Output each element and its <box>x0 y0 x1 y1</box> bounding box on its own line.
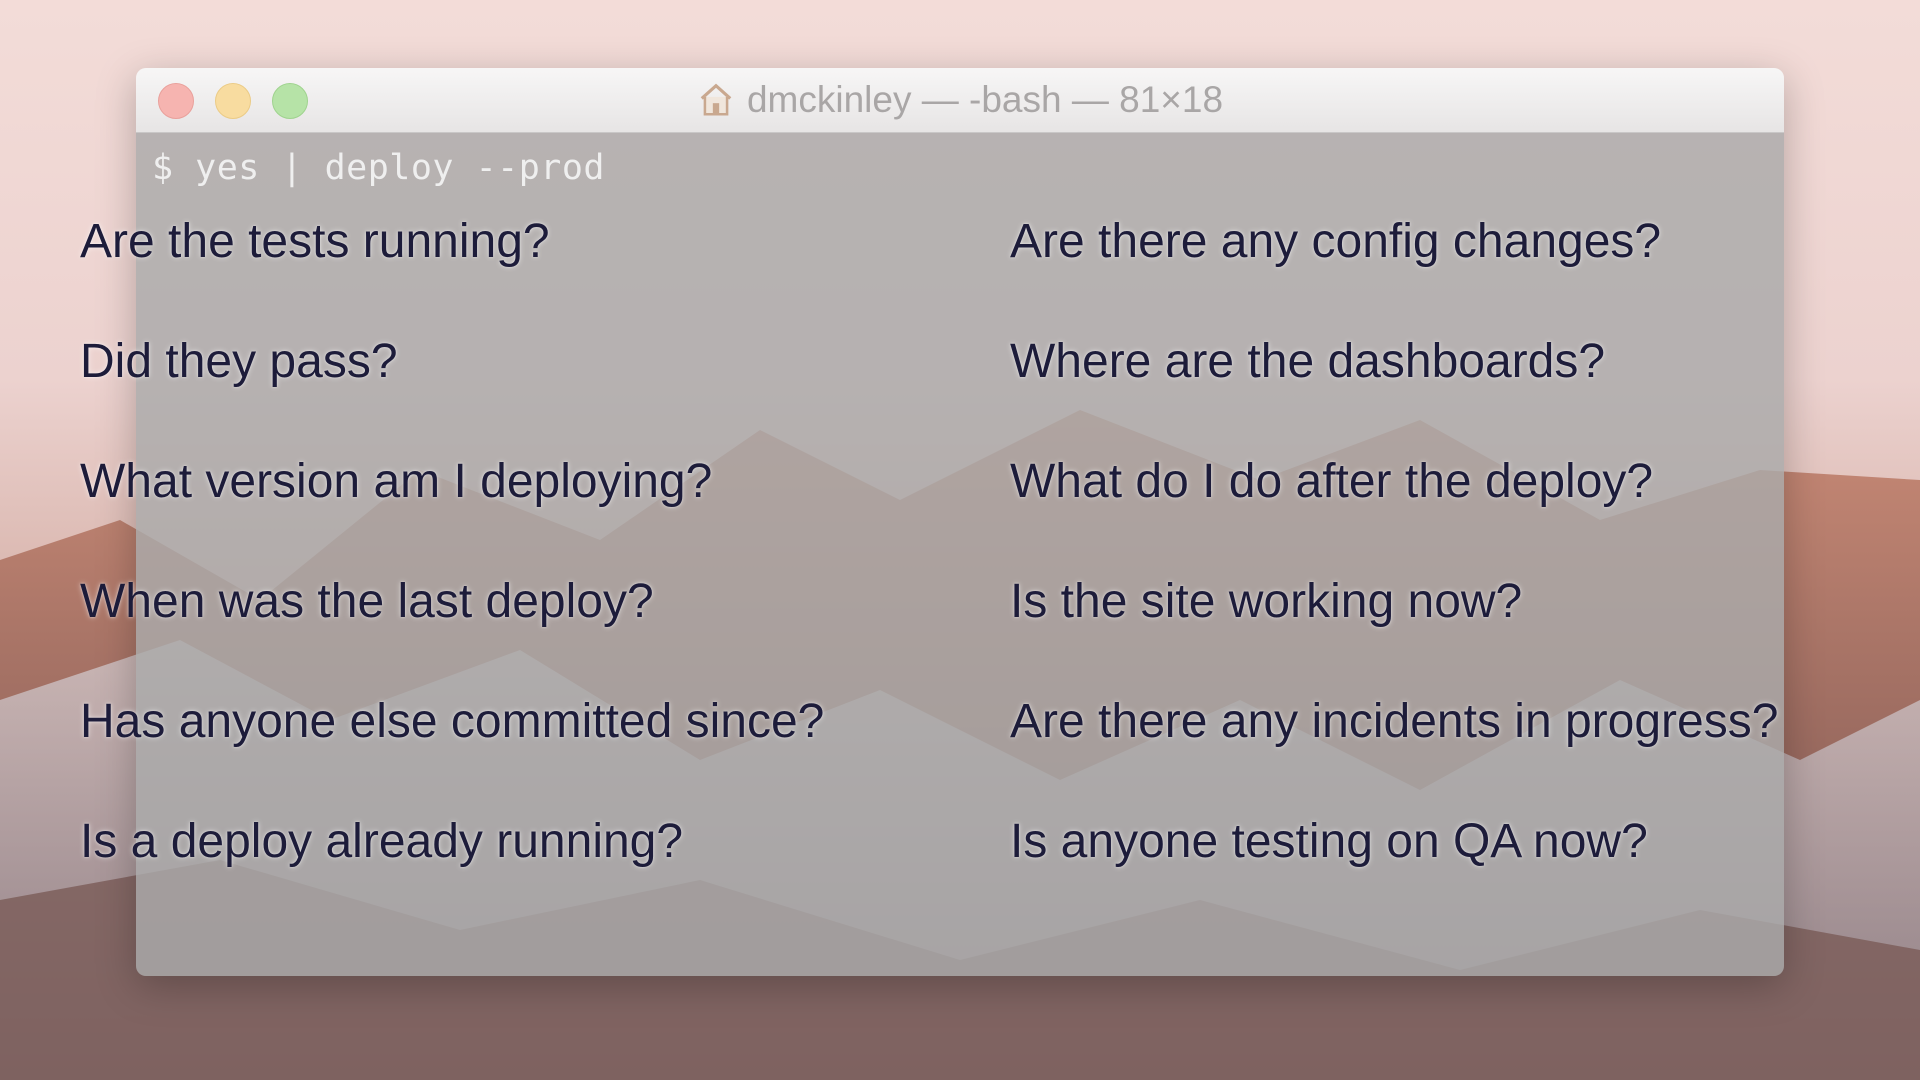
question-right-3: What do I do after the deploy? <box>1010 455 1654 508</box>
question-right-4: Is the site working now? <box>1010 575 1523 628</box>
question-right-1: Are there any config changes? <box>1010 215 1662 268</box>
question-left-6: Is a deploy already running? <box>80 815 684 868</box>
question-left-4: When was the last deploy? <box>80 575 654 628</box>
question-right-6: Is anyone testing on QA now? <box>1010 815 1648 868</box>
question-right-5: Are there any incidents in progress? <box>1010 695 1779 748</box>
title-bar[interactable]: dmckinley — -bash — 81×18 <box>136 68 1784 133</box>
command-prompt-line: $ yes | deploy --prod <box>152 148 606 188</box>
question-left-3: What version am I deploying? <box>80 455 713 508</box>
question-left-2: Did they pass? <box>80 335 398 388</box>
home-icon <box>700 83 732 116</box>
question-right-2: Where are the dashboards? <box>1010 335 1606 388</box>
window-title: dmckinley — -bash — 81×18 <box>136 68 1784 132</box>
window-title-text: dmckinley — -bash — 81×18 <box>746 79 1224 120</box>
question-left-5: Has anyone else committed since? <box>80 695 825 748</box>
question-left-1: Are the tests running? <box>80 215 550 268</box>
